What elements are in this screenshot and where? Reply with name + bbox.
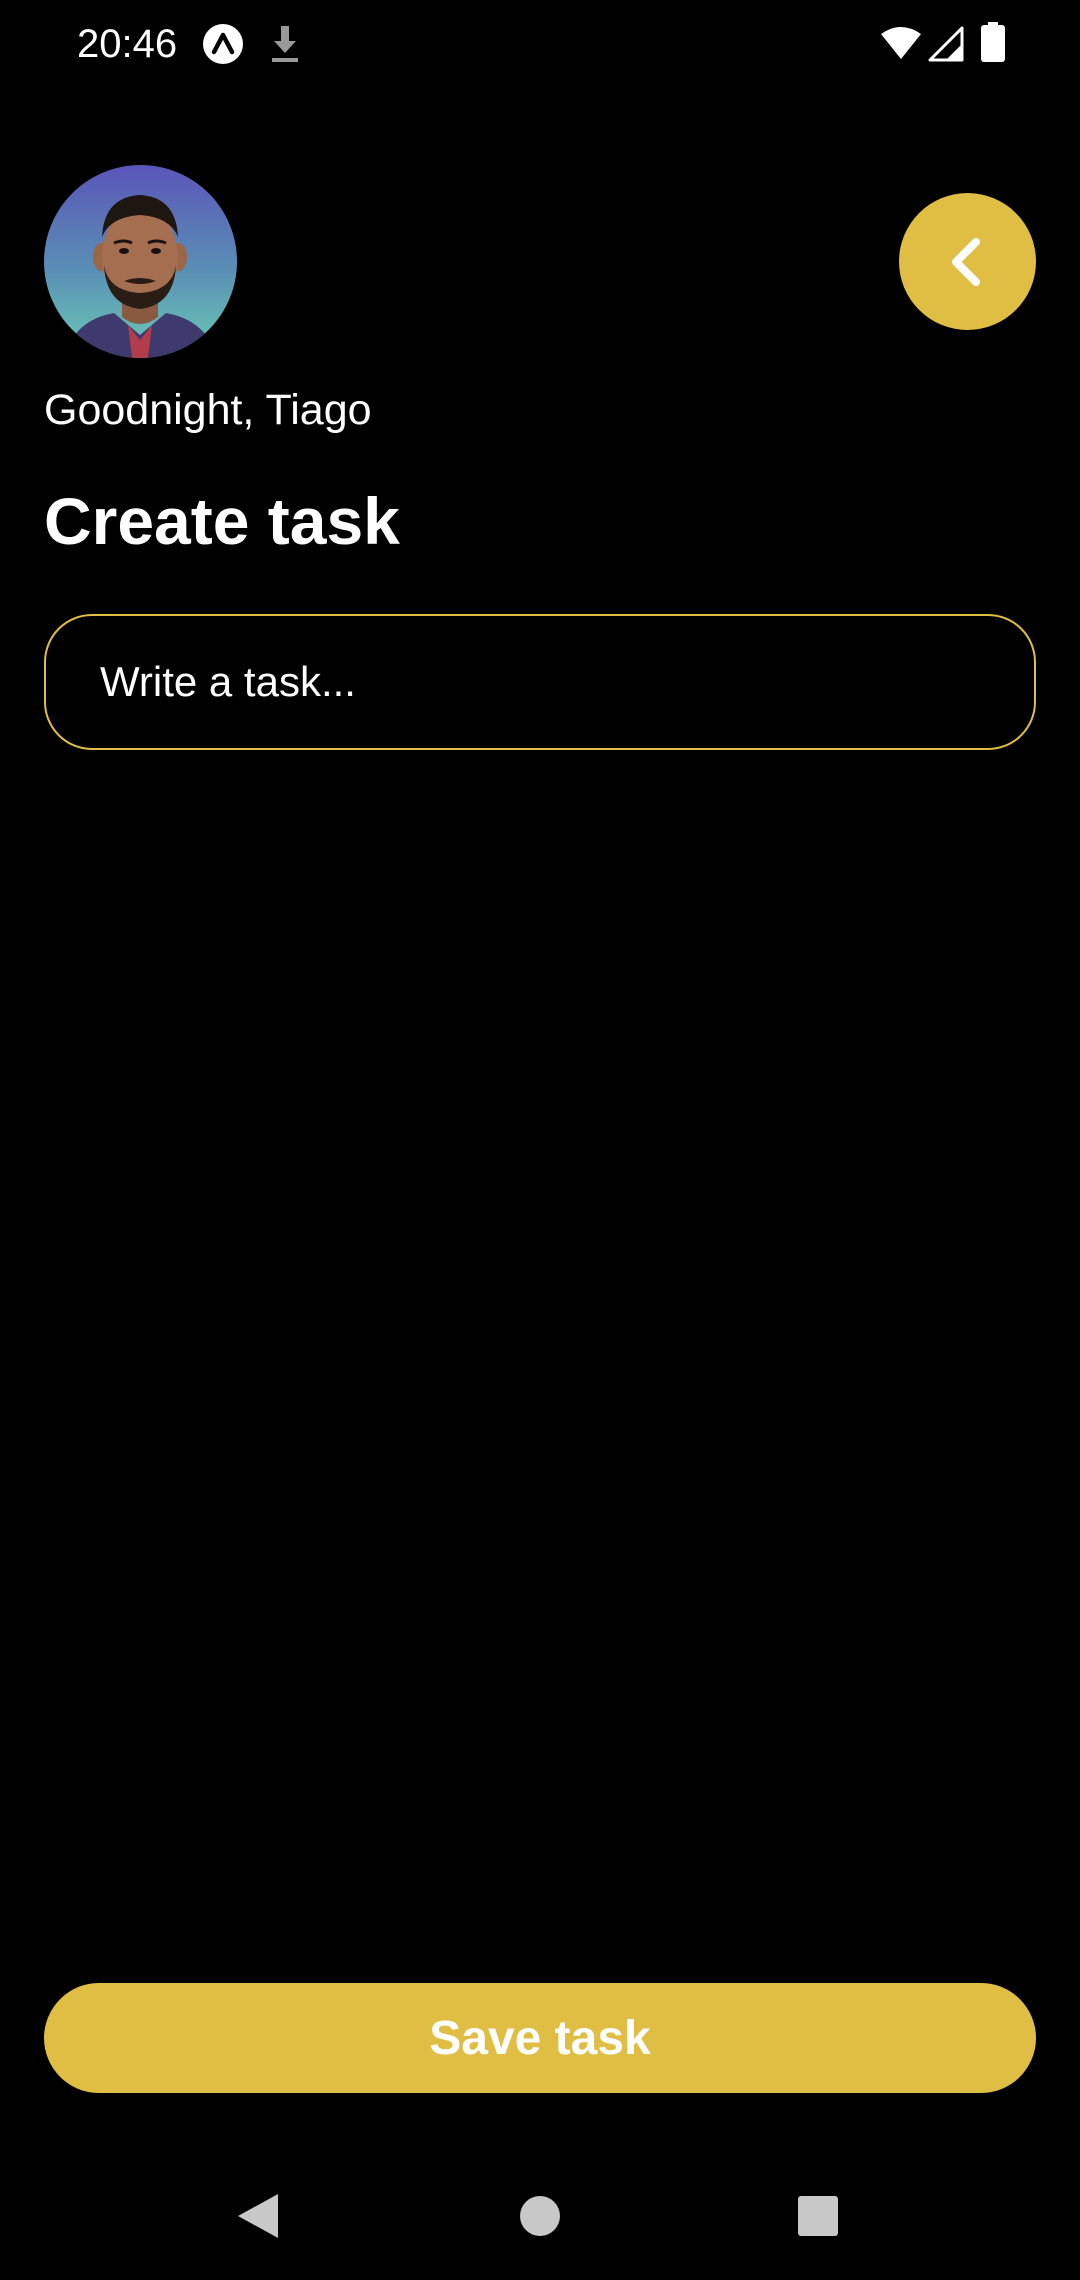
chevron-left-icon xyxy=(951,237,980,286)
cellular-signal-icon xyxy=(928,26,964,62)
app-notification-icon xyxy=(203,24,243,64)
page-title: Create task xyxy=(44,484,400,558)
user-avatar-photo xyxy=(44,165,237,358)
status-bar: 20:46 xyxy=(0,0,1080,90)
save-task-button[interactable]: Save task xyxy=(44,1983,1036,2093)
wifi-icon xyxy=(881,27,921,59)
nav-recents-icon[interactable] xyxy=(797,2195,839,2237)
download-icon xyxy=(272,26,298,62)
avatar xyxy=(44,165,237,358)
navigation-bar xyxy=(0,2160,1080,2280)
nav-home-icon[interactable] xyxy=(519,2195,561,2237)
back-button[interactable] xyxy=(899,193,1036,330)
greeting-text: Goodnight, Tiago xyxy=(44,386,372,434)
nav-back-icon[interactable] xyxy=(236,2192,280,2240)
status-time: 20:46 xyxy=(77,22,178,66)
battery-icon xyxy=(981,22,1005,62)
task-input[interactable] xyxy=(44,614,1036,750)
